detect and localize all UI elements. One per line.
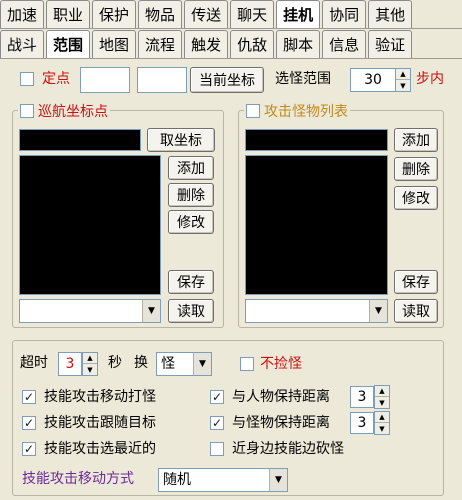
patrol-combo[interactable]: ▼ — [19, 299, 161, 323]
monster-title: 攻击怪物列表 — [264, 104, 348, 120]
patrol-edit-button[interactable]: 修改 — [168, 210, 214, 234]
coord-y-input[interactable] — [137, 67, 187, 93]
fixed-point-checkbox[interactable] — [20, 72, 34, 86]
monster-edit-button[interactable]: 修改 — [394, 186, 438, 210]
keep-dist-monster-checkbox[interactable]: ✓ — [210, 416, 224, 430]
timeout-spinner[interactable]: ▲ ▼ — [82, 352, 98, 376]
tab-info[interactable]: 信息 — [322, 30, 367, 58]
skill-follow-target-checkbox[interactable]: ✓ — [22, 416, 36, 430]
no-pickup-checkbox[interactable] — [240, 357, 254, 371]
monster-list[interactable] — [245, 155, 388, 295]
move-mode-select[interactable]: 随机 ▼ — [158, 468, 288, 492]
tab-trigger[interactable]: 触发 — [184, 30, 229, 58]
monster-checkbox[interactable] — [246, 104, 260, 118]
timeout-label: 超时 — [20, 355, 48, 371]
monster-delete-button[interactable]: 删除 — [394, 157, 438, 181]
tab-enemy[interactable]: 仇敌 — [230, 30, 275, 58]
tab-afk[interactable]: 挂机 — [276, 0, 321, 28]
tab-content-top — [0, 58, 462, 59]
monster-combo[interactable]: ▼ — [245, 299, 388, 323]
keep-dist-player-input[interactable]: 3 — [350, 386, 374, 408]
spin-up-icon[interactable]: ▲ — [375, 412, 389, 423]
keep-dist-monster-input[interactable]: 3 — [350, 412, 374, 434]
tab-row-1: 加速 职业 保护 物品 传送 聊天 挂机 协同 其他 — [0, 0, 414, 28]
keep-dist-player-label: 与人物保持距离 — [232, 389, 330, 405]
tab-chat[interactable]: 聊天 — [230, 0, 275, 28]
spin-down-icon[interactable]: ▼ — [375, 423, 389, 434]
melee-kite-label: 近身边技能边砍怪 — [232, 441, 344, 457]
skill-move-attack-label: 技能攻击移动打怪 — [44, 389, 156, 405]
tab-cooperate[interactable]: 协同 — [322, 0, 367, 28]
fixed-point-label: 定点 — [42, 71, 70, 87]
spin-down-icon[interactable]: ▼ — [375, 397, 389, 408]
monster-name-display[interactable] — [245, 129, 388, 151]
tab-other[interactable]: 其他 — [368, 0, 413, 28]
range-unit-label: 步内 — [416, 71, 444, 87]
tab-profession[interactable]: 职业 — [46, 0, 91, 28]
move-mode-label: 技能攻击移动方式 — [22, 471, 134, 487]
patrol-title: 巡航坐标点 — [38, 104, 108, 120]
patrol-save-button[interactable]: 保存 — [168, 270, 214, 294]
keep-dist-monster-label: 与怪物保持距离 — [232, 415, 330, 431]
tab-row-2: 战斗 范围 地图 流程 触发 仇敌 脚本 信息 验证 — [0, 30, 414, 58]
spin-down-icon[interactable]: ▼ — [83, 364, 97, 375]
monster-load-button[interactable]: 读取 — [394, 299, 438, 323]
spin-down-icon[interactable]: ▼ — [396, 80, 410, 91]
range-spinner[interactable]: ▲ ▼ — [395, 68, 411, 92]
timeout-input[interactable]: 3 — [58, 352, 82, 376]
keep-dist-monster-spinner[interactable]: ▲ ▼ — [374, 411, 390, 435]
switch-label: 换 — [134, 355, 148, 371]
tab-map[interactable]: 地图 — [92, 30, 137, 58]
patrol-delete-button[interactable]: 删除 — [168, 183, 214, 207]
patrol-add-button[interactable]: 添加 — [168, 156, 214, 180]
chevron-down-icon[interactable]: ▼ — [369, 300, 387, 322]
tab-range[interactable]: 范围 — [46, 30, 91, 58]
patrol-coord-display[interactable] — [19, 129, 141, 151]
keep-dist-player-checkbox[interactable]: ✓ — [210, 390, 224, 404]
melee-kite-checkbox[interactable] — [210, 442, 224, 456]
skill-nearest-checkbox[interactable]: ✓ — [22, 442, 36, 456]
tab-verify[interactable]: 验证 — [368, 30, 413, 58]
tab-divider — [0, 28, 462, 29]
tab-script[interactable]: 脚本 — [276, 30, 321, 58]
switch-select-value: 怪 — [161, 356, 175, 372]
chevron-down-icon[interactable]: ▼ — [142, 300, 160, 322]
tab-combat[interactable]: 战斗 — [0, 30, 45, 58]
skill-move-attack-checkbox[interactable]: ✓ — [22, 390, 36, 404]
monster-group-legend: 攻击怪物列表 — [244, 101, 350, 121]
chevron-down-icon[interactable]: ▼ — [269, 469, 287, 491]
skill-follow-target-label: 技能攻击跟随目标 — [44, 415, 156, 431]
current-coord-button[interactable]: 当前坐标 — [190, 67, 264, 93]
coord-x-input[interactable] — [80, 67, 130, 93]
spin-up-icon[interactable]: ▲ — [83, 353, 97, 364]
tab-teleport[interactable]: 传送 — [184, 0, 229, 28]
spin-up-icon[interactable]: ▲ — [396, 69, 410, 80]
patrol-checkbox[interactable] — [20, 104, 34, 118]
get-coord-button[interactable]: 取坐标 — [147, 128, 215, 152]
no-pickup-label: 不捡怪 — [260, 356, 302, 372]
skill-nearest-label: 技能攻击选最近的 — [44, 441, 156, 457]
tab-items[interactable]: 物品 — [138, 0, 183, 28]
spin-up-icon[interactable]: ▲ — [375, 386, 389, 397]
range-label: 选怪范围 — [275, 71, 331, 87]
chevron-down-icon[interactable]: ▼ — [193, 353, 211, 375]
keep-dist-player-spinner[interactable]: ▲ ▼ — [374, 385, 390, 409]
tab-speed[interactable]: 加速 — [0, 0, 45, 28]
switch-select[interactable]: 怪 ▼ — [156, 352, 212, 376]
tab-flow[interactable]: 流程 — [138, 30, 183, 58]
move-mode-value: 随机 — [163, 472, 191, 488]
patrol-list[interactable] — [19, 155, 161, 295]
monster-add-button[interactable]: 添加 — [394, 128, 438, 152]
range-input[interactable]: 30 — [350, 68, 396, 92]
patrol-load-button[interactable]: 读取 — [168, 299, 214, 323]
monster-save-button[interactable]: 保存 — [394, 270, 438, 294]
seconds-label: 秒 — [108, 355, 122, 371]
patrol-group-legend: 巡航坐标点 — [18, 101, 110, 121]
tab-protect[interactable]: 保护 — [92, 0, 137, 28]
